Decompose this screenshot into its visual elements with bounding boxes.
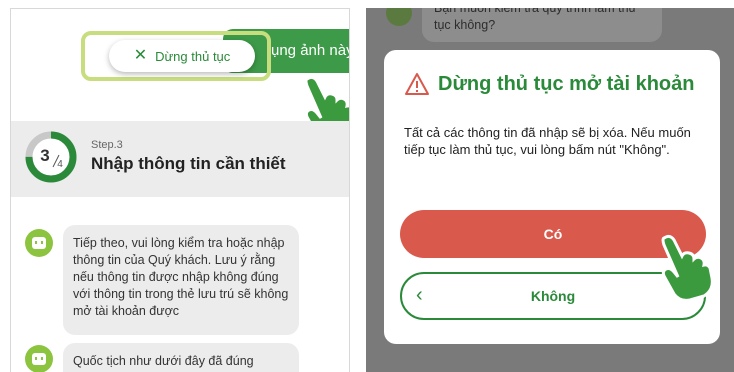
step-total: 4: [57, 159, 63, 170]
step-current: 3: [40, 146, 49, 165]
step-progress-ring: 3 4: [25, 131, 77, 183]
hand-pointer-icon: [661, 234, 714, 300]
chevron-left-icon: ‹: [416, 284, 423, 306]
dialog-title-text: Dừng thủ tục mở tài khoản: [438, 72, 695, 95]
stop-procedure-label: Dừng thủ tục: [155, 48, 231, 64]
bot-icon: [386, 8, 412, 26]
yes-button-label: Có: [543, 226, 563, 242]
chat-message: Tiếp theo, vui lòng kiểm tra hoặc nhập t…: [63, 225, 299, 335]
step-kicker: Step.3: [91, 139, 123, 151]
chat-message: Quốc tịch như dưới đây đã đúng: [63, 343, 299, 372]
close-icon: ✕: [133, 47, 148, 64]
right-screen: Bạn muốn kiểm tra quy trình làm thủ tục …: [366, 8, 734, 372]
background-chat-message: Bạn muốn kiểm tra quy trình làm thủ tục …: [422, 8, 662, 42]
bot-icon: [25, 345, 53, 372]
left-screen: ụng ảnh này ✕ Dừng thủ tục 3 4 Step.3 Nh…: [10, 8, 350, 372]
no-button-label: Không: [530, 288, 576, 304]
bot-icon: [25, 229, 53, 257]
warning-triangle-icon: [405, 73, 429, 95]
stop-procedure-button[interactable]: ✕ Dừng thủ tục: [109, 40, 255, 72]
dialog-message: Tất cả các thông tin đã nhập sẽ bị xóa. …: [404, 125, 691, 157]
step-title: Nhập thông tin cần thiết: [91, 154, 286, 173]
dialog-title: Dừng thủ tục mở tài khoản: [404, 72, 694, 96]
